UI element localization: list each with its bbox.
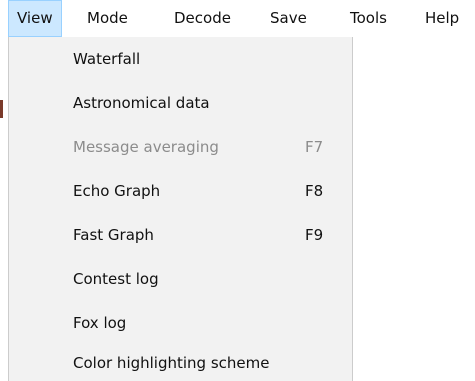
- view-menu-dropdown: Waterfall Astronomical data Message aver…: [8, 37, 353, 381]
- menu-item-fast-graph[interactable]: Fast Graph F9: [9, 213, 352, 257]
- menu-item-shortcut: F8: [305, 182, 324, 200]
- menu-item-echo-graph[interactable]: Echo Graph F8: [9, 169, 352, 213]
- menu-item-color-highlighting-scheme[interactable]: Color highlighting scheme: [9, 341, 352, 381]
- menu-item-label: Waterfall: [73, 50, 141, 68]
- menu-item-contest-log[interactable]: Contest log: [9, 257, 352, 301]
- menu-item-waterfall[interactable]: Waterfall: [9, 37, 352, 81]
- menu-item-label: Fox log: [73, 314, 127, 332]
- menu-item-label: Color highlighting scheme: [73, 354, 270, 372]
- background-window-edge: [0, 100, 3, 118]
- menu-tools[interactable]: Tools: [350, 0, 387, 37]
- menu-item-message-averaging: Message averaging F7: [9, 125, 352, 169]
- menu-item-label: Contest log: [73, 270, 159, 288]
- menu-mode[interactable]: Mode: [87, 0, 128, 37]
- menu-item-shortcut: F7: [305, 138, 324, 156]
- app-window: View Mode Decode Save Tools Help Waterfa…: [0, 0, 475, 381]
- menu-item-label: Astronomical data: [73, 94, 210, 112]
- menu-item-astronomical-data[interactable]: Astronomical data: [9, 81, 352, 125]
- menu-item-label: Fast Graph: [73, 226, 154, 244]
- menu-help[interactable]: Help: [425, 0, 459, 37]
- menu-item-fox-log[interactable]: Fox log: [9, 301, 352, 345]
- menu-bar: View Mode Decode Save Tools Help: [0, 0, 475, 37]
- menu-item-shortcut: F9: [305, 226, 324, 244]
- menu-item-label: Message averaging: [73, 138, 219, 156]
- menu-view[interactable]: View: [8, 0, 62, 37]
- menu-item-label: Echo Graph: [73, 182, 161, 200]
- menu-save[interactable]: Save: [270, 0, 307, 37]
- menu-decode[interactable]: Decode: [174, 0, 231, 37]
